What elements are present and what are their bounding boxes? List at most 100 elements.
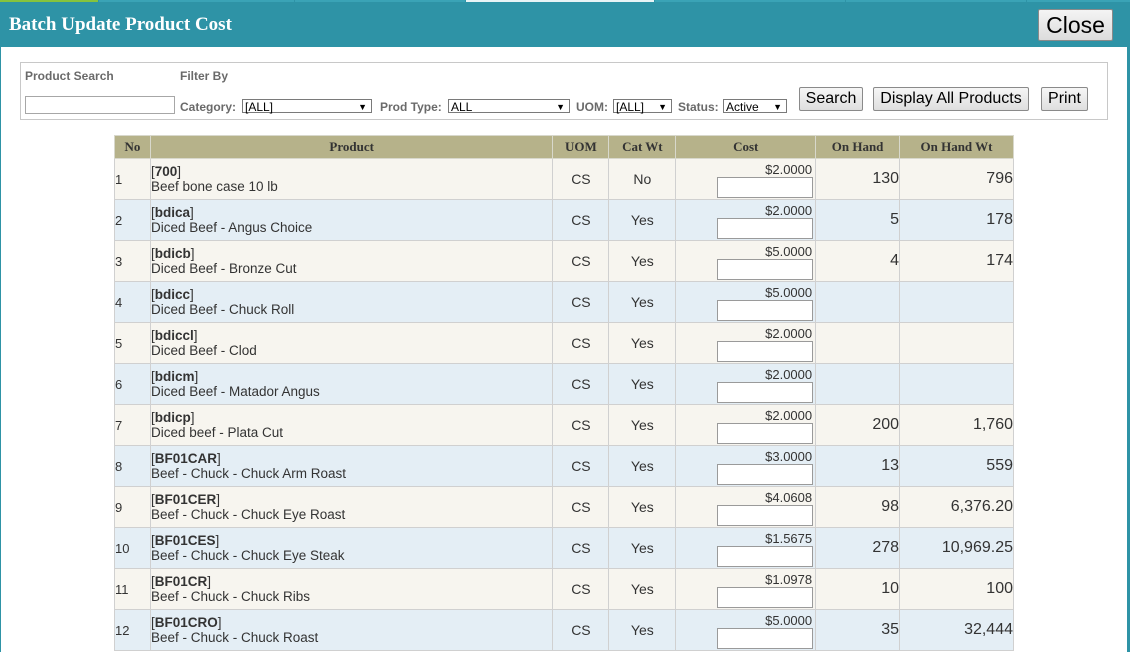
print-button[interactable]: Print bbox=[1041, 87, 1088, 111]
table-row: 12 [BF01CRO] Beef - Chuck - Chuck Roast CS Y… bbox=[114, 609, 1014, 651]
cat-wt-cell: Yes bbox=[608, 322, 677, 364]
product-code-line: [bdicc] bbox=[150, 287, 194, 302]
search-button[interactable]: Search bbox=[799, 87, 863, 111]
product-cell: [bdica] Diced Beef - Angus Choice bbox=[149, 199, 554, 241]
header-on-hand[interactable]: On Hand bbox=[815, 135, 901, 159]
product-code-line: [BF01CRO] bbox=[150, 615, 222, 630]
current-cost: $5.0000 bbox=[765, 613, 813, 628]
product-code-line: [BF01CES] bbox=[150, 533, 220, 548]
row-number: 10 bbox=[114, 527, 151, 569]
product-cell: [BF01CR] Beef - Chuck - Chuck Ribs bbox=[149, 568, 554, 610]
cat-wt-cell: Yes bbox=[608, 609, 677, 651]
category-select-value: [ALL] bbox=[245, 100, 274, 114]
product-cell: [700] Beef bone case 10 lb bbox=[149, 158, 554, 200]
product-code: bdiccl bbox=[154, 328, 194, 343]
new-cost-input[interactable] bbox=[717, 628, 814, 649]
new-cost-input[interactable] bbox=[717, 587, 814, 608]
product-cell: [bdicm] Diced Beef - Matador Angus bbox=[149, 363, 554, 405]
header-product[interactable]: Product bbox=[149, 135, 554, 159]
cost-cell: $3.0000 bbox=[675, 445, 817, 487]
on-hand-wt-cell: 6,376.20 bbox=[899, 486, 1014, 528]
uom-cell: CS bbox=[552, 240, 610, 282]
cost-cell: $2.0000 bbox=[675, 363, 817, 405]
product-cell: [bdiccl] Diced Beef - Clod bbox=[149, 322, 554, 364]
new-cost-input[interactable] bbox=[717, 341, 814, 362]
on-hand-wt-cell: 559 bbox=[899, 445, 1014, 487]
header-cost[interactable]: Cost bbox=[675, 135, 817, 159]
product-code: BF01CR bbox=[154, 574, 208, 589]
table-row: 3 [bdicb] Diced Beef - Bronze Cut CS Yes $5.0… bbox=[114, 240, 1014, 282]
on-hand-wt-cell: 1,760 bbox=[899, 404, 1014, 446]
new-cost-input[interactable] bbox=[717, 177, 814, 198]
table-row: 10 [BF01CES] Beef - Chuck - Chuck Eye Stea… bbox=[114, 527, 1014, 569]
new-cost-input[interactable] bbox=[717, 464, 814, 485]
cost-cell: $5.0000 bbox=[675, 609, 817, 651]
on-hand-wt-cell: 32,444 bbox=[899, 609, 1014, 651]
cat-wt-cell: Yes bbox=[608, 281, 677, 323]
current-cost: $1.0978 bbox=[765, 572, 813, 587]
new-cost-input[interactable] bbox=[717, 300, 814, 321]
current-cost: $2.0000 bbox=[765, 367, 813, 382]
product-name: Beef - Chuck - Chuck Ribs bbox=[150, 589, 311, 604]
product-name: Beef - Chuck - Chuck Eye Steak bbox=[150, 548, 345, 563]
product-name: Diced beef - Plata Cut bbox=[150, 425, 284, 440]
product-code: bdicc bbox=[154, 287, 190, 302]
table-row: 1 [700] Beef bone case 10 lb CS No $2.0000 130… bbox=[114, 158, 1014, 200]
row-number: 3 bbox=[114, 240, 151, 282]
uom-cell: CS bbox=[552, 199, 610, 241]
product-search-input[interactable] bbox=[25, 96, 175, 114]
row-number: 6 bbox=[114, 363, 151, 405]
category-select[interactable]: [ALL] ▼ bbox=[242, 99, 372, 114]
cost-cell: $4.0608 bbox=[675, 486, 817, 528]
cost-cell: $2.0000 bbox=[675, 158, 817, 200]
current-cost: $4.0608 bbox=[765, 490, 813, 505]
prod-type-select[interactable]: ALL ▼ bbox=[448, 99, 570, 114]
on-hand-wt-cell bbox=[899, 281, 1014, 323]
header-on-hand-wt[interactable]: On Hand Wt bbox=[899, 135, 1014, 159]
on-hand-cell: 5 bbox=[815, 199, 901, 241]
product-code: BF01CAR bbox=[154, 451, 217, 466]
product-cell: [BF01CES] Beef - Chuck - Chuck Eye Steak bbox=[149, 527, 554, 569]
status-select-value: Active bbox=[726, 100, 759, 114]
header-uom[interactable]: UOM bbox=[552, 135, 610, 159]
row-number: 11 bbox=[114, 568, 151, 610]
current-cost: $2.0000 bbox=[765, 203, 813, 218]
product-name: Beef - Chuck - Chuck Eye Roast bbox=[150, 507, 346, 522]
uom-select[interactable]: [ALL] ▼ bbox=[613, 99, 672, 114]
row-number: 1 bbox=[114, 158, 151, 200]
header-cat-wt[interactable]: Cat Wt bbox=[608, 135, 677, 159]
table-row: 8 [BF01CAR] Beef - Chuck - Chuck Arm Roast… bbox=[114, 445, 1014, 487]
product-code-line: [bdicm] bbox=[150, 369, 199, 384]
on-hand-cell: 13 bbox=[815, 445, 901, 487]
chevron-down-icon: ▼ bbox=[658, 102, 667, 112]
status-select[interactable]: Active ▼ bbox=[723, 99, 787, 114]
new-cost-input[interactable] bbox=[717, 423, 814, 444]
cat-wt-cell: Yes bbox=[608, 568, 677, 610]
header-no[interactable]: No bbox=[114, 135, 151, 159]
product-code: bdica bbox=[154, 205, 190, 220]
row-number: 9 bbox=[114, 486, 151, 528]
new-cost-input[interactable] bbox=[717, 218, 814, 239]
product-code: BF01CER bbox=[154, 492, 217, 507]
new-cost-input[interactable] bbox=[717, 505, 814, 526]
uom-cell: CS bbox=[552, 404, 610, 446]
new-cost-input[interactable] bbox=[717, 259, 814, 280]
new-cost-input[interactable] bbox=[717, 382, 814, 403]
new-cost-input[interactable] bbox=[717, 546, 814, 567]
table-row: 4 [bdicc] Diced Beef - Chuck Roll CS Yes $5.0… bbox=[114, 281, 1014, 323]
on-hand-wt-cell bbox=[899, 363, 1014, 405]
on-hand-cell: 200 bbox=[815, 404, 901, 446]
close-button[interactable]: Close bbox=[1038, 9, 1113, 41]
product-code: BF01CES bbox=[154, 533, 216, 548]
cat-wt-cell: No bbox=[608, 158, 677, 200]
product-code: bdicp bbox=[154, 410, 191, 425]
cost-cell: $2.0000 bbox=[675, 404, 817, 446]
cost-cell: $5.0000 bbox=[675, 281, 817, 323]
uom-cell: CS bbox=[552, 281, 610, 323]
display-all-products-button[interactable]: Display All Products bbox=[873, 87, 1029, 111]
on-hand-cell bbox=[815, 281, 901, 323]
product-name: Diced Beef - Clod bbox=[150, 343, 257, 358]
prod-type-select-value: ALL bbox=[451, 100, 473, 114]
product-code: 700 bbox=[154, 164, 178, 179]
row-number: 7 bbox=[114, 404, 151, 446]
